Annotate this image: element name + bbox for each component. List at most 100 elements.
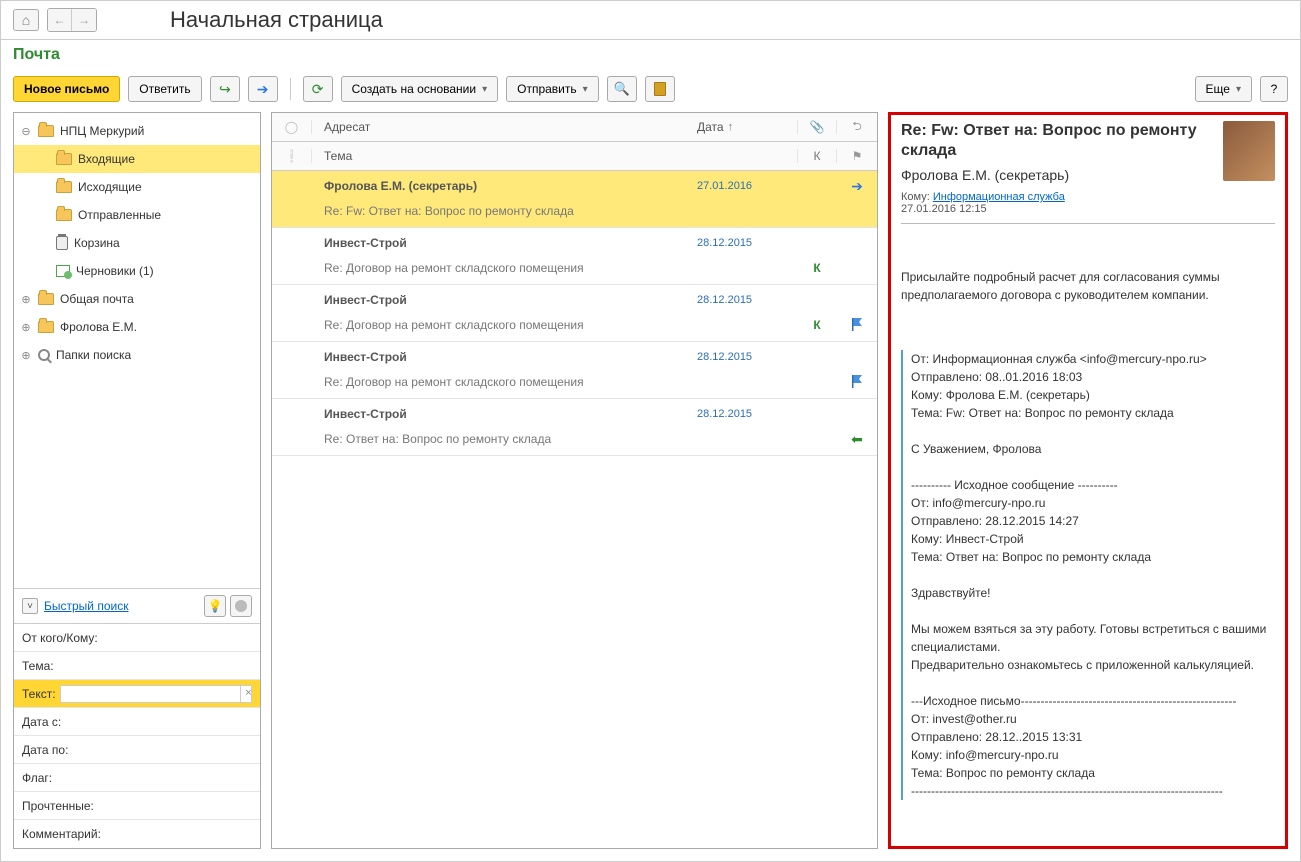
- expand-icon[interactable]: ⊕: [20, 349, 32, 362]
- tree-frolova[interactable]: ⊕ Фролова Е.М.: [14, 313, 260, 341]
- tree-search-folders[interactable]: ⊕ Папки поиска: [14, 341, 260, 369]
- help-button[interactable]: ?: [1260, 76, 1288, 102]
- quick-search-toggle[interactable]: ˅: [22, 598, 38, 614]
- filter-label: Дата с:: [22, 715, 61, 729]
- folder-icon: [56, 209, 72, 221]
- col-addressee[interactable]: Адресат: [312, 120, 697, 134]
- col-direction[interactable]: ⮌: [837, 117, 877, 138]
- tree-inbox[interactable]: Входящие: [14, 145, 260, 173]
- new-message-button[interactable]: Новое письмо: [13, 76, 120, 102]
- col-importance[interactable]: ❕: [272, 149, 312, 163]
- preview-from: Фролова Е.М. (секретарь): [901, 167, 1215, 183]
- quick-search-link[interactable]: Быстрый поиск: [44, 599, 128, 613]
- reply-all-button[interactable]: ↩: [210, 76, 240, 102]
- to-label: Кому:: [901, 191, 930, 203]
- message-row[interactable]: Инвест-Строй28.12.2015Re: Договор на рем…: [272, 342, 877, 399]
- expand-icon[interactable]: ⊕: [20, 293, 32, 306]
- back-button[interactable]: ←: [48, 9, 72, 31]
- tree-trash-label: Корзина: [74, 236, 120, 250]
- hint-button[interactable]: 💡: [204, 595, 226, 617]
- clear-button[interactable]: [230, 595, 252, 617]
- filter-read[interactable]: Прочтенные:: [14, 792, 260, 820]
- tree-inbox-label: Входящие: [78, 152, 135, 166]
- refresh-button[interactable]: ⟳: [303, 76, 333, 102]
- separator: [901, 223, 1275, 224]
- forward-button[interactable]: →: [72, 9, 96, 31]
- col-k[interactable]: К: [797, 149, 837, 163]
- filter-label: Прочтенные:: [22, 799, 94, 813]
- tree-sent[interactable]: Отправленные: [14, 201, 260, 229]
- reply-button[interactable]: Ответить: [128, 76, 201, 102]
- send-button[interactable]: Отправить▾: [506, 76, 599, 102]
- folder-icon: [56, 181, 72, 193]
- message-row[interactable]: Инвест-Строй28.12.2015Re: Ответ на: Вопр…: [272, 399, 877, 456]
- clear-text-button[interactable]: ×: [240, 684, 256, 702]
- col-flag[interactable]: ⚑: [837, 149, 877, 163]
- address-book-button[interactable]: [645, 76, 675, 102]
- reply-icon: ↩: [219, 81, 231, 98]
- find-button[interactable]: 🔍: [607, 76, 637, 102]
- trash-icon: [56, 236, 68, 250]
- msg-k: К: [797, 318, 837, 332]
- quoted-message: От: Информационная служба <info@mercury-…: [901, 350, 1275, 800]
- col-date[interactable]: Дата↑: [697, 120, 797, 134]
- create-from-label: Создать на основании: [352, 82, 477, 96]
- tree-root[interactable]: ⊖ НПЦ Меркурий: [14, 117, 260, 145]
- app-window: ⌂ ← → Начальная страница Почта Новое пис…: [0, 0, 1301, 862]
- chevron-down-icon: ▾: [1236, 84, 1241, 95]
- msg-k: К: [797, 261, 837, 275]
- col-attach[interactable]: 📎: [797, 120, 837, 134]
- msg-sender: Инвест-Строй: [272, 236, 697, 250]
- reply-arrow-icon: ➔: [851, 178, 863, 194]
- grid-header-row2: ❕ Тема К ⚑: [272, 142, 877, 171]
- msg-subject: Re: Ответ на: Вопрос по ремонту склада: [272, 432, 697, 446]
- msg-date: 28.12.2015: [697, 294, 797, 306]
- quick-search-bar: ˅ Быстрый поиск 💡: [14, 588, 260, 623]
- filter-label: Текст:: [22, 687, 56, 701]
- avatar: [1223, 121, 1275, 181]
- tree-outbox[interactable]: Исходящие: [14, 173, 260, 201]
- collapse-icon[interactable]: ⊖: [20, 125, 32, 138]
- msg-subject: Re: Договор на ремонт складского помещен…: [272, 318, 697, 332]
- grid-header: ◯ Адресат Дата↑ 📎 ⮌ ❕ Тема К ⚑: [272, 113, 877, 171]
- filter-comment[interactable]: Комментарий:: [14, 820, 260, 848]
- folder-icon: [38, 321, 54, 333]
- col-status[interactable]: ◯: [272, 120, 312, 134]
- forward-button[interactable]: ➔: [248, 76, 278, 102]
- filter-theme[interactable]: Тема:: [14, 652, 260, 680]
- create-from-button[interactable]: Создать на основании▾: [341, 76, 499, 102]
- chevron-down-icon: ▾: [583, 84, 588, 95]
- col-theme[interactable]: Тема: [312, 149, 697, 163]
- folder-icon: [38, 125, 54, 137]
- msg-date: 28.12.2015: [697, 351, 797, 363]
- flag-blue-icon: [850, 374, 864, 388]
- circle-icon: [235, 600, 247, 612]
- home-button[interactable]: ⌂: [13, 9, 39, 31]
- msg-sender: Инвест-Строй: [272, 293, 697, 307]
- to-link[interactable]: Информационная служба: [933, 191, 1065, 203]
- tree-trash[interactable]: Корзина: [14, 229, 260, 257]
- search-icon: [38, 349, 50, 361]
- message-row[interactable]: Фролова Е.М. (секретарь)27.01.2016➔Re: F…: [272, 171, 877, 228]
- msg-subject: Re: Договор на ремонт складского помещен…: [272, 375, 697, 389]
- tree-drafts[interactable]: Черновики (1): [14, 257, 260, 285]
- expand-icon[interactable]: ⊕: [20, 321, 32, 334]
- binoculars-icon: 🔍: [614, 81, 630, 97]
- filter-from-to[interactable]: От кого/Кому:: [14, 624, 260, 652]
- filter-date-to[interactable]: Дата по:: [14, 736, 260, 764]
- folder-icon: [56, 153, 72, 165]
- tree-shared-label: Общая почта: [60, 292, 134, 306]
- preview-header: Re: Fw: Ответ на: Вопрос по ремонту скла…: [901, 121, 1275, 183]
- filter-date-from[interactable]: Дата с:: [14, 708, 260, 736]
- more-button[interactable]: Еще▾: [1195, 76, 1252, 102]
- filter-flag[interactable]: Флаг:: [14, 764, 260, 792]
- message-row[interactable]: Инвест-Строй28.12.2015Re: Договор на рем…: [272, 285, 877, 342]
- top-bar: ⌂ ← → Начальная страница: [1, 1, 1300, 40]
- tree-shared[interactable]: ⊕ Общая почта: [14, 285, 260, 313]
- refresh-icon: ⟳: [312, 81, 324, 98]
- filter-text[interactable]: Текст: ×: [14, 680, 260, 708]
- message-row[interactable]: Инвест-Строй28.12.2015Re: Договор на рем…: [272, 228, 877, 285]
- address-book-icon: [654, 82, 666, 96]
- col-date-label: Дата: [697, 120, 724, 134]
- preview-pane: Re: Fw: Ответ на: Вопрос по ремонту скла…: [888, 112, 1288, 849]
